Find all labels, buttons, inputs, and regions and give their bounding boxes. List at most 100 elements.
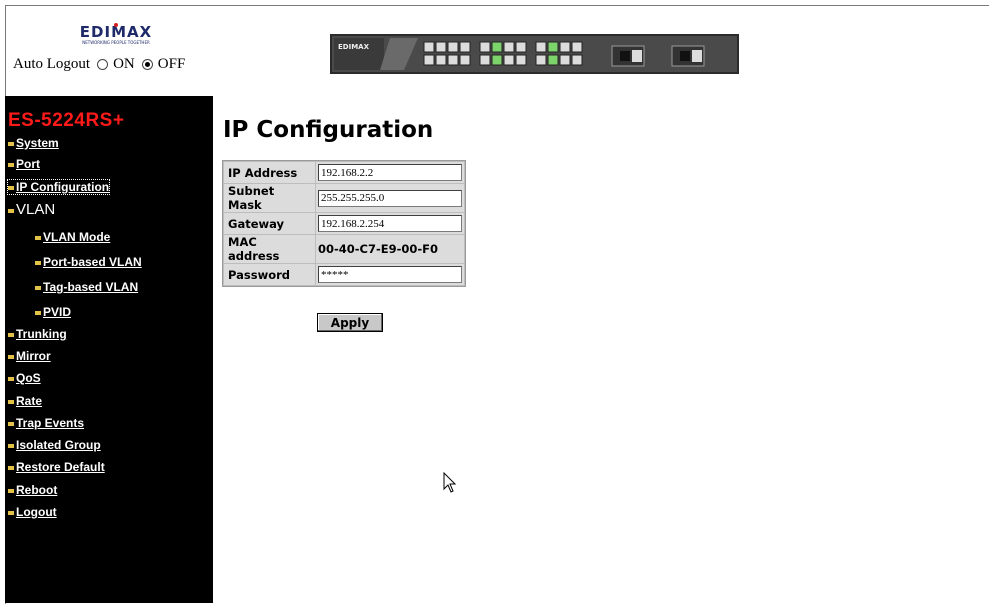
nav-port-based-vlan[interactable]: Port-based VLAN [35, 255, 142, 269]
folder-icon [8, 489, 14, 493]
folder-icon [8, 355, 14, 359]
auto-logout-label: Auto Logout [13, 56, 91, 72]
nav-reboot[interactable]: Reboot [8, 483, 57, 497]
auto-logout-group: Auto Logout ON OFF [13, 56, 185, 73]
folder-icon [8, 511, 14, 515]
nav-label: Isolated Group [16, 438, 101, 452]
nav-label: Rate [16, 394, 43, 408]
switch-port-icon [435, 41, 447, 53]
folder-icon [8, 186, 14, 190]
ip-config-table: IP Address Subnet Mask Gateway MAC addre… [222, 160, 466, 287]
nav-label: Tag-based VLAN [43, 280, 139, 294]
switch-port-icon [503, 54, 515, 66]
nav-label: System [16, 136, 59, 150]
switch-port-icon [423, 41, 435, 53]
folder-icon [8, 422, 14, 426]
page-title: IP Configuration [223, 117, 434, 143]
logo-tagline: NETWORKING PEOPLE TOGETHER [82, 40, 150, 45]
folder-icon [8, 377, 14, 381]
nav-tag-based-vlan[interactable]: Tag-based VLAN [35, 280, 138, 294]
switch-port-icon [559, 41, 571, 53]
auto-logout-on-label[interactable]: ON [113, 56, 135, 73]
gateway-cell [316, 213, 464, 234]
mac-address-label: MAC address [224, 235, 315, 263]
switch-port-icon [547, 41, 559, 53]
table-row: MAC address 00-40-C7-E9-00-F0 [224, 235, 464, 263]
switch-port-icon [479, 54, 491, 66]
folder-icon [8, 333, 14, 337]
nav-label: PVID [43, 305, 72, 319]
auto-logout-off-radio[interactable] [141, 59, 153, 70]
switch-port-icon [491, 41, 503, 53]
nav-label: Logout [16, 505, 57, 519]
nav-trap-events[interactable]: Trap Events [8, 416, 84, 430]
ip-address-cell [316, 162, 464, 183]
nav-vlan-mode[interactable]: VLAN Mode [35, 230, 110, 244]
nav-label: VLAN Mode [43, 230, 111, 244]
subnet-mask-label: Subnet Mask [224, 184, 315, 212]
switch-port-icon [479, 41, 491, 53]
subnet-mask-cell [316, 184, 464, 212]
logo-dot [114, 23, 118, 27]
switch-port-icon [535, 41, 547, 53]
switch-port-icon [571, 41, 583, 53]
gateway-input[interactable] [318, 215, 462, 232]
apply-button[interactable]: Apply [317, 313, 383, 332]
nav-ip-configuration[interactable]: IP Configuration [6, 179, 111, 195]
ip-address-input[interactable] [318, 164, 462, 181]
mac-address-value: 00-40-C7-E9-00-F0 [316, 235, 464, 263]
ip-address-label: IP Address [224, 162, 315, 183]
nav-label: Trap Events [16, 416, 85, 430]
password-input[interactable] [318, 266, 462, 283]
table-row: IP Address [224, 162, 464, 183]
nav-label: Reboot [16, 483, 58, 497]
nav-trunking[interactable]: Trunking [8, 327, 67, 341]
switch-port-icon [491, 54, 503, 66]
model-name: ES-5224RS+ [8, 110, 125, 131]
folder-icon [8, 208, 14, 213]
folder-icon [35, 286, 41, 290]
password-cell [316, 264, 464, 285]
nav-label: Mirror [16, 349, 51, 363]
nav-pvid[interactable]: PVID [35, 305, 71, 319]
nav-label: IP Configuration [16, 180, 110, 194]
folder-icon [8, 163, 14, 167]
switch-front-panel-image: EDIMAX [330, 34, 739, 74]
sidebar: ES-5224RS+ System Port IP Configuration … [5, 96, 213, 603]
switch-port-icon [435, 54, 447, 66]
nav-rate[interactable]: Rate [8, 394, 42, 408]
folder-icon [35, 261, 41, 265]
nav-logout[interactable]: Logout [8, 505, 57, 519]
folder-icon [8, 466, 14, 470]
table-row: Subnet Mask [224, 184, 464, 212]
nav-vlan[interactable]: VLAN [8, 201, 55, 218]
nav-label: Restore Default [16, 460, 105, 474]
switch-port-icon [515, 54, 527, 66]
subnet-mask-input[interactable] [318, 189, 462, 207]
nav-isolated-group[interactable]: Isolated Group [8, 438, 101, 452]
auto-logout-on-radio[interactable] [97, 59, 109, 70]
switch-port-icon [571, 54, 583, 66]
switch-port-icon [459, 54, 471, 66]
switch-port-icon [459, 41, 471, 53]
nav-label: Port [16, 157, 40, 171]
switch-port-icon [559, 54, 571, 66]
mouse-cursor-icon [443, 471, 457, 499]
nav-system[interactable]: System [8, 136, 59, 150]
auto-logout-off-label[interactable]: OFF [158, 56, 186, 73]
nav-qos[interactable]: QoS [8, 371, 41, 385]
folder-icon [35, 236, 41, 240]
switch-port-icon [515, 41, 527, 53]
edimax-logo: EDIMAX NETWORKING PEOPLE TOGETHER [70, 22, 162, 46]
switch-port-icon [447, 54, 459, 66]
nav-mirror[interactable]: Mirror [8, 349, 51, 363]
nav-port[interactable]: Port [8, 157, 40, 171]
table-row: Password [224, 264, 464, 285]
panel-brand: EDIMAX [338, 43, 370, 51]
switch-port-icon [547, 54, 559, 66]
nav-label: Port-based VLAN [43, 255, 142, 269]
nav-restore-default[interactable]: Restore Default [8, 460, 105, 474]
folder-icon [8, 444, 14, 448]
table-row: Gateway [224, 213, 464, 234]
nav-label: Trunking [16, 327, 67, 341]
